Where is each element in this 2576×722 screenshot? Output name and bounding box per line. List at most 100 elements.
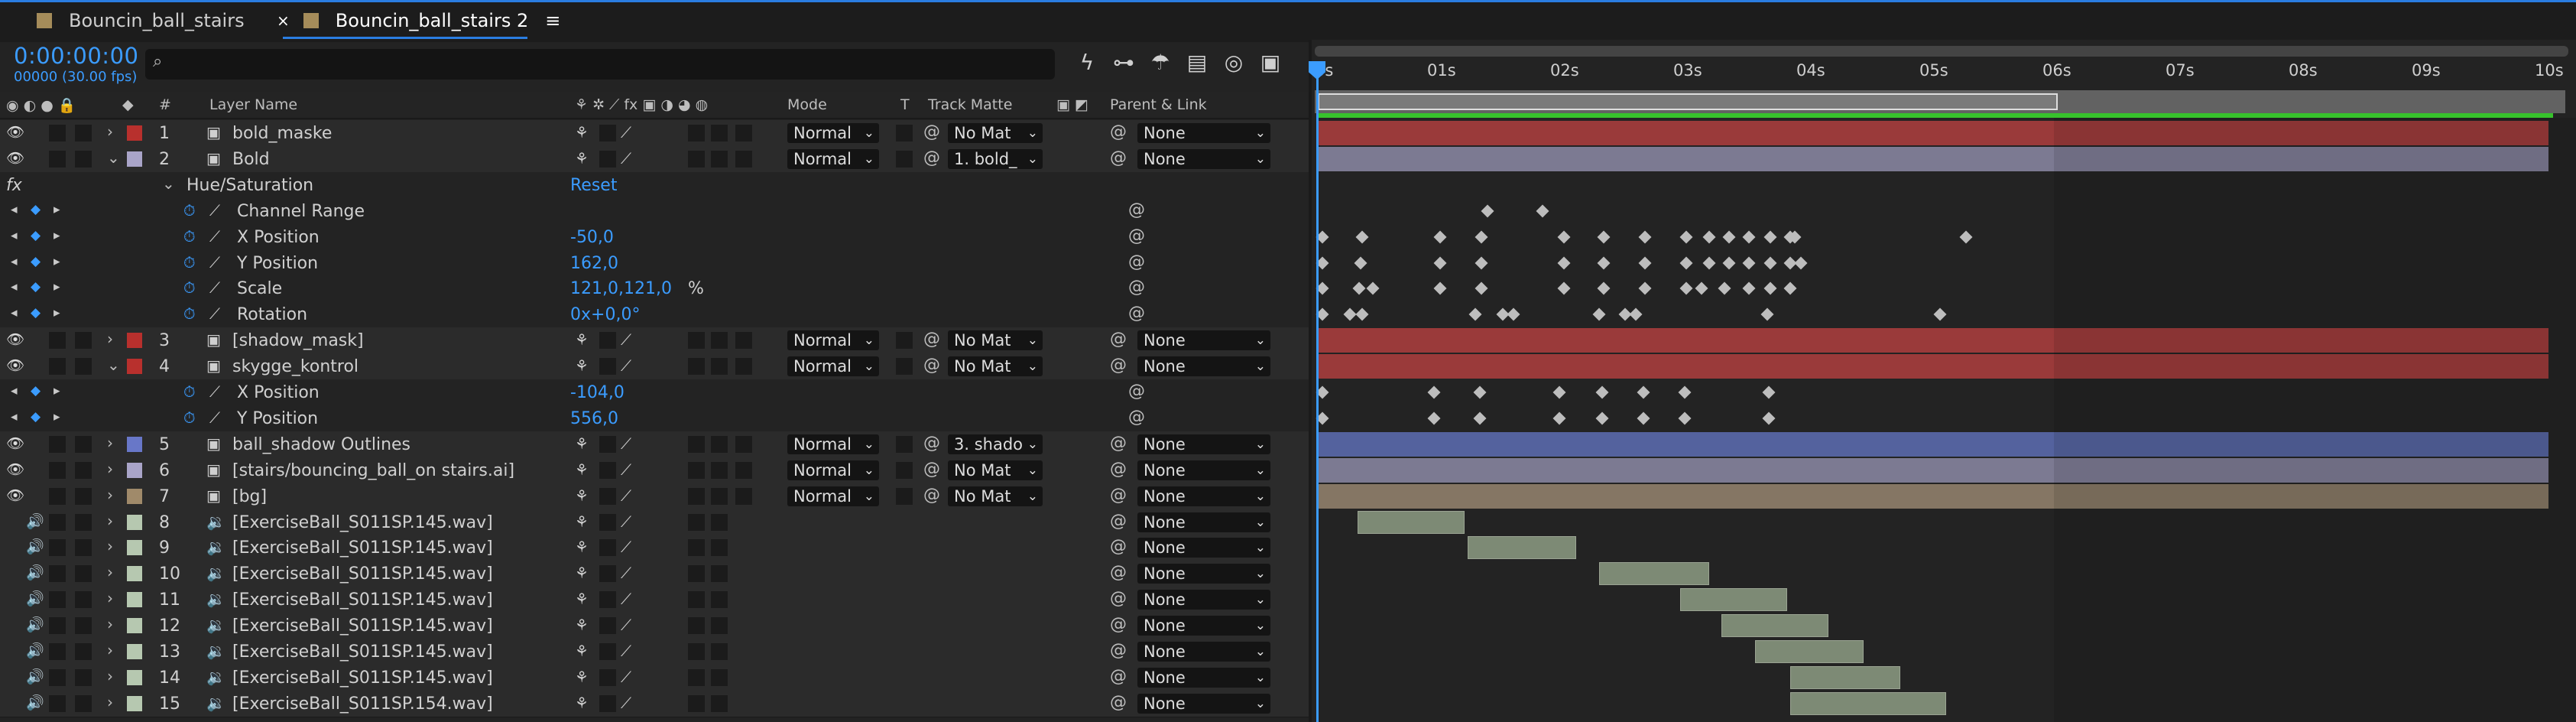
3d-switch[interactable]	[711, 668, 728, 686]
graph-icon[interactable]: ⟋	[209, 408, 220, 427]
layer-row[interactable]: 👁 › 5 ▣ ball_shadow Outlines ⚘ ⟋ Normal ⌄ @3. sha…	[0, 431, 1309, 458]
lock-checkbox[interactable]	[75, 461, 92, 479]
effect-switch[interactable]	[688, 513, 705, 531]
shy-switch-icon[interactable]: ⚘	[575, 486, 589, 505]
parent-pickwhip-icon[interactable]: @	[1110, 434, 1127, 453]
keyframe-toggle-icon[interactable]: ◆	[31, 305, 41, 320]
property-row[interactable]: ◂ ◆ ▸ ⏱ ⟋ Y Position 556,0 @	[0, 405, 1309, 432]
effect-switch[interactable]	[688, 565, 705, 583]
visibility-eye-icon[interactable]: 👁	[6, 123, 24, 141]
keyframe-next-icon[interactable]: ▸	[54, 228, 60, 243]
keyframe-prev-icon[interactable]: ◂	[11, 409, 18, 424]
keyframe-toggle-icon[interactable]: ◆	[31, 383, 41, 398]
property-row[interactable]: ◂ ◆ ▸ ⏱ ⟋ Channel Range @	[0, 197, 1309, 225]
audio-speaker-icon[interactable]: 🔊	[26, 538, 44, 555]
keyframe-next-icon[interactable]: ▸	[54, 254, 60, 269]
stopwatch-icon[interactable]: ⏱	[183, 253, 196, 272]
preserve-transparency-switch[interactable]	[896, 358, 913, 376]
parent-dropdown[interactable]: None ⌄	[1137, 693, 1270, 714]
lock-checkbox[interactable]	[75, 643, 92, 660]
layer-name[interactable]: [stairs/bouncing_ball_on stairs.ai]	[232, 461, 514, 480]
expand-chevron-icon[interactable]: ⌄	[107, 148, 120, 167]
expression-pickwhip-icon[interactable]: @	[1128, 200, 1145, 220]
collapse-switch[interactable]	[599, 668, 616, 686]
preserve-transparency-switch[interactable]	[896, 150, 913, 167]
effect-switch[interactable]	[688, 668, 705, 686]
audio-speaker-icon[interactable]: 🔊	[26, 642, 44, 659]
solo-checkbox[interactable]	[49, 668, 66, 686]
label-color-swatch[interactable]	[127, 333, 142, 349]
effect-switch[interactable]	[688, 150, 705, 167]
parent-dropdown[interactable]: None ⌄	[1137, 564, 1270, 584]
keyframe-toggle-icon[interactable]: ◆	[31, 202, 41, 217]
preserve-transparency-switch[interactable]	[896, 125, 913, 141]
motion-blur-icon[interactable]: ▤	[1183, 49, 1211, 76]
collapse-switch[interactable]	[599, 461, 616, 479]
solo-checkbox[interactable]	[49, 643, 66, 660]
label-color-swatch[interactable]	[127, 151, 142, 167]
lock-checkbox[interactable]	[75, 591, 92, 609]
track-matte-dropdown[interactable]: No Mat ⌄	[948, 123, 1043, 143]
motion-blur-switch[interactable]	[735, 150, 752, 167]
layer-name[interactable]: [ExerciseBall_S011SP.154.wav]	[232, 694, 493, 714]
parent-pickwhip-icon[interactable]: @	[1110, 589, 1127, 608]
solo-checkbox[interactable]	[49, 539, 66, 557]
playhead-line[interactable]	[1316, 69, 1319, 722]
effect-switch[interactable]	[688, 591, 705, 609]
quality-switch-icon[interactable]: ⟋	[621, 564, 631, 582]
audio-speaker-icon[interactable]: 🔊	[26, 616, 44, 633]
effect-switch[interactable]	[688, 617, 705, 635]
3d-switch[interactable]	[711, 694, 728, 712]
layer-name[interactable]: [ExerciseBall_S011SP.145.wav]	[232, 616, 493, 636]
layer-name[interactable]: skygge_kontrol	[232, 357, 358, 376]
collapse-switch[interactable]	[599, 435, 616, 453]
audio-clip-bar[interactable]	[1358, 510, 1465, 534]
lock-checkbox[interactable]	[75, 539, 92, 557]
property-row[interactable]: fx ⌄ Hue/Saturation Reset	[0, 171, 1309, 199]
shy-switch-icon[interactable]: ⚘	[575, 590, 589, 608]
layer-name[interactable]: [ExerciseBall_S011SP.145.wav]	[232, 668, 493, 688]
parent-dropdown[interactable]: None ⌄	[1137, 590, 1270, 610]
parent-dropdown[interactable]: None ⌄	[1137, 148, 1270, 169]
expand-chevron-icon[interactable]: ⌄	[107, 356, 120, 374]
mode-dropdown[interactable]: Normal ⌄	[787, 330, 879, 351]
track-matte-dropdown[interactable]: No Mat ⌄	[948, 460, 1043, 480]
motion-blur-switch[interactable]	[735, 435, 752, 453]
parent-dropdown[interactable]: None ⌄	[1137, 460, 1270, 480]
effect-switch[interactable]	[688, 125, 705, 141]
stopwatch-icon[interactable]: ⏱	[183, 201, 196, 220]
expand-chevron-icon[interactable]: ›	[107, 512, 113, 530]
3d-switch[interactable]	[711, 332, 728, 350]
motion-blur-switch[interactable]	[735, 358, 752, 376]
property-value[interactable]: 121,0,121,0	[570, 279, 672, 298]
audio-layer-row[interactable]: 🔊 › 14 🔉 [ExerciseBall_S011SP.145.wav] ⚘ ⟋ @ Non…	[0, 664, 1309, 691]
parent-pickwhip-icon[interactable]: @	[1110, 641, 1127, 660]
expression-pickwhip-icon[interactable]: @	[1128, 226, 1145, 246]
audio-clip-bar[interactable]	[1680, 588, 1787, 612]
shy-switch-icon[interactable]: ⚘	[575, 123, 589, 141]
layer-name[interactable]: Bold	[232, 150, 270, 169]
effect-switch[interactable]	[688, 332, 705, 350]
lock-checkbox[interactable]	[75, 694, 92, 712]
preserve-transparency-switch[interactable]	[896, 435, 913, 453]
visibility-eye-icon[interactable]: 👁	[6, 330, 24, 348]
parent-pickwhip-icon[interactable]: @	[1110, 667, 1127, 686]
audio-layer-row[interactable]: 🔊 › 10 🔉 [ExerciseBall_S011SP.145.wav] ⚘ ⟋ @ Non…	[0, 561, 1309, 588]
layer-row[interactable]: 👁 ⌄ 4 ▣ skygge_kontrol ⚘ ⟋ Normal ⌄ @ No Mat ⌄ @ None…	[0, 353, 1309, 381]
expand-chevron-icon[interactable]: ›	[107, 563, 113, 581]
parent-dropdown[interactable]: None ⌄	[1137, 616, 1270, 636]
mode-dropdown[interactable]: Normal ⌄	[787, 486, 879, 506]
layer-row[interactable]: 👁 › 3 ▣ [shadow_mask] ⚘ ⟋ Normal ⌄ @ No Mat ⌄ @ None ⌄	[0, 327, 1309, 355]
collapse-switch[interactable]	[599, 513, 616, 531]
keyframe-toggle-icon[interactable]: ◆	[31, 254, 41, 269]
solo-checkbox[interactable]	[49, 617, 66, 635]
tab-bouncin-ball-stairs[interactable]: Bouncin_ball_stairs	[37, 2, 245, 39]
expand-chevron-icon[interactable]: ›	[107, 537, 113, 555]
property-value[interactable]: 0x+0,0°	[570, 305, 640, 324]
layer-name[interactable]: bold_maske	[232, 124, 332, 143]
keyframe-toggle-icon[interactable]: ◆	[31, 228, 41, 243]
keyframe-prev-icon[interactable]: ◂	[11, 305, 18, 320]
quality-switch-icon[interactable]: ⟋	[621, 590, 631, 608]
parent-pickwhip-icon[interactable]: @	[1110, 512, 1127, 531]
parent-dropdown[interactable]: None ⌄	[1137, 486, 1270, 506]
